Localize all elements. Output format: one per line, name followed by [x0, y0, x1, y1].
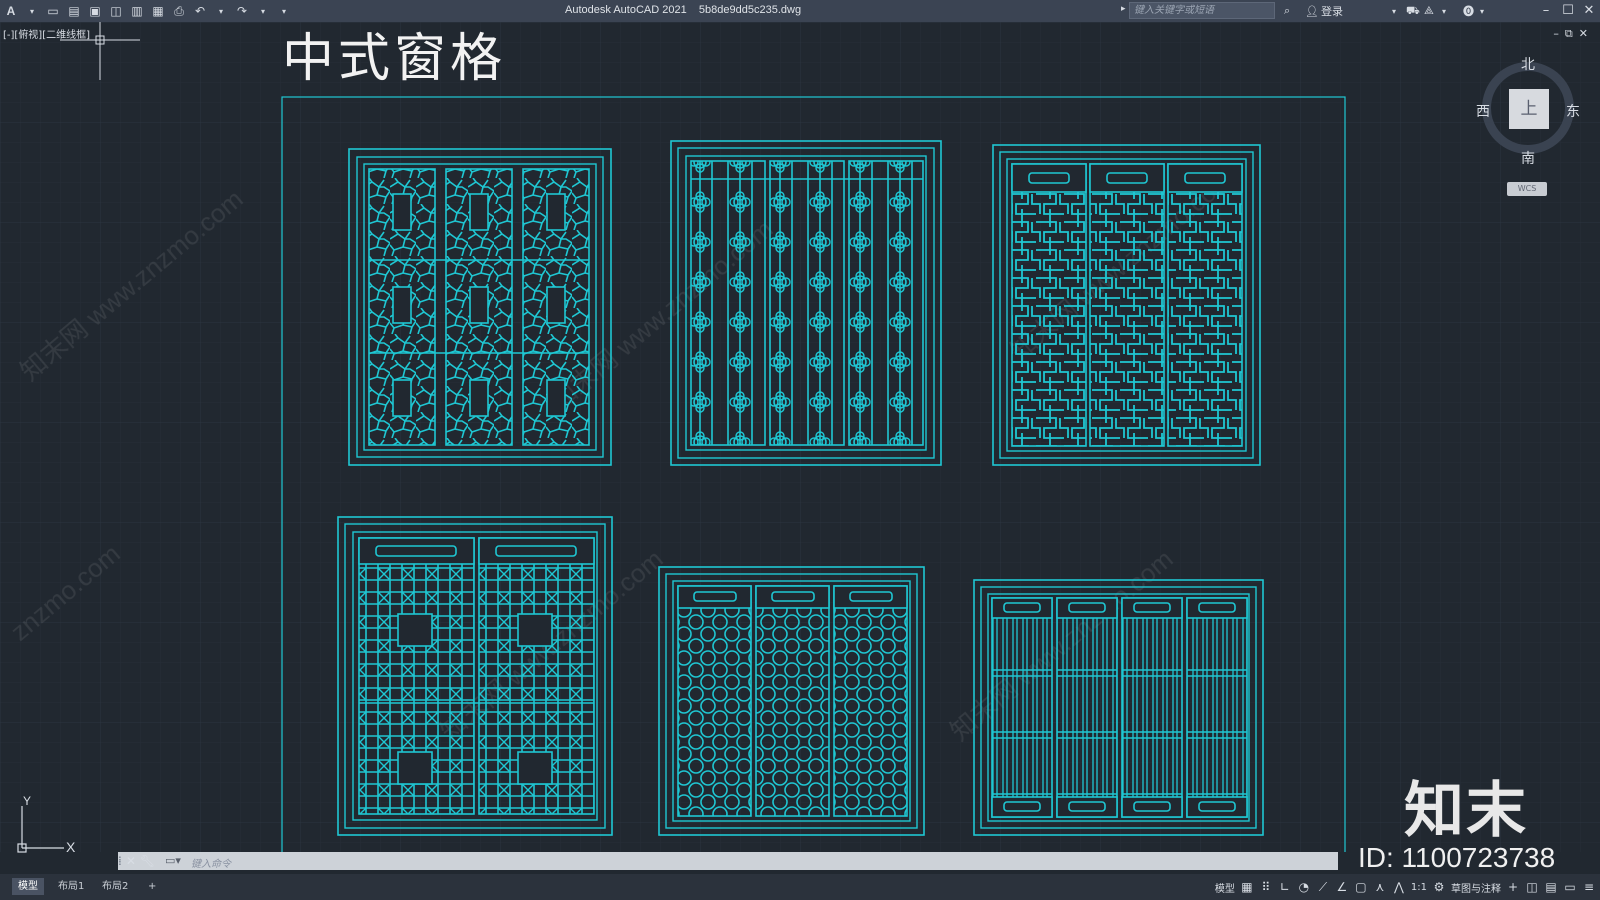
open-icon[interactable]: ▤	[65, 2, 83, 20]
new-icon[interactable]: ▭	[44, 2, 62, 20]
app-menu-button[interactable]: A	[2, 2, 20, 20]
undo-dropdown-icon[interactable]: ▾	[212, 2, 230, 20]
drawing-window-controls: – ⧉ ✕	[1553, 27, 1588, 41]
workspace-switch[interactable]: 草图与注释	[1451, 880, 1501, 895]
tab-layout1[interactable]: 布局1	[52, 878, 90, 895]
command-history-icon[interactable]: ▭▾	[165, 854, 181, 867]
polar-icon[interactable]: ◔	[1297, 880, 1311, 894]
wcs-menu[interactable]: WCS	[1507, 182, 1547, 196]
clean-screen-icon[interactable]: ▭	[1563, 880, 1577, 894]
login-button[interactable]: 登录	[1321, 2, 1343, 20]
drawing-restore-icon[interactable]: ⧉	[1565, 27, 1573, 41]
undo-icon[interactable]: ↶	[191, 2, 209, 20]
search-icon[interactable]: ⌕	[1284, 2, 1290, 20]
command-customize-icon[interactable]: 🔧︎	[140, 854, 155, 868]
help-icon[interactable]: ⓿	[1463, 2, 1474, 20]
command-close-icon[interactable]: ✕	[126, 854, 136, 868]
app-title: Autodesk AutoCAD 2021 5b8de9dd5c235.dwg	[565, 4, 802, 16]
title-bar: A ▾ ▭ ▤ ▣ ◫ ▥ ▦ ⎙ ↶ ▾ ↷ ▾ ▾ Autodesk Aut…	[0, 0, 1600, 22]
tab-model[interactable]: 模型	[12, 878, 44, 895]
a360-icon[interactable]: ⟁	[1424, 2, 1434, 20]
ucs-icon: Y X	[17, 796, 76, 855]
watermark-brand: 知末	[1404, 776, 1528, 846]
minimize-button[interactable]: –	[1536, 1, 1556, 21]
command-grip-icon[interactable]: ⁞	[118, 854, 122, 868]
osnap-tracking-icon[interactable]: ∠	[1335, 880, 1349, 894]
publish-icon[interactable]: ▦	[149, 2, 167, 20]
add-icon[interactable]: +	[1506, 880, 1520, 894]
close-button[interactable]: ✕	[1579, 1, 1599, 21]
snap-icon[interactable]: ⠿	[1259, 880, 1273, 894]
compass-north[interactable]: 北	[1521, 54, 1535, 74]
osnap-icon[interactable]: ▢	[1354, 880, 1368, 894]
isodraft-icon[interactable]: ⟋	[1316, 880, 1330, 895]
drawing-minimize-icon[interactable]: –	[1553, 27, 1559, 41]
status-bar: 模型 ▦ ⠿ ∟ ◔ ⟋ ∠ ▢ ⋏ ⋀ 1:1 ⚙ 草图与注释 + ◫ ▤ ▭…	[1215, 876, 1596, 898]
user-icon[interactable]: 👤︎	[1305, 2, 1319, 20]
grid-icon[interactable]: ▦	[1240, 880, 1254, 894]
window-fret[interactable]	[992, 144, 1261, 466]
watermark-id: ID: 1100723738	[1358, 842, 1556, 873]
plot-preview-icon[interactable]: ▥	[128, 2, 146, 20]
compass-east[interactable]: 东	[1566, 101, 1580, 121]
autocad-window: A ▾ ▭ ▤ ▣ ◫ ▥ ▦ ⎙ ↶ ▾ ↷ ▾ ▾ Autodesk Aut…	[0, 0, 1600, 900]
command-line[interactable]	[118, 852, 1338, 870]
help-dropdown-icon[interactable]: ▾	[1480, 2, 1484, 20]
print-icon[interactable]: ⎙	[170, 2, 188, 20]
ucs-y-label: Y	[23, 796, 31, 808]
workspace-gear-icon[interactable]: ⚙	[1432, 880, 1446, 894]
app-menu-dropdown-icon[interactable]: ▾	[23, 2, 41, 20]
a360-dropdown-icon[interactable]: ▾	[1442, 2, 1446, 20]
annotation-scale[interactable]: 1:1	[1411, 882, 1427, 893]
compass-west[interactable]: 西	[1476, 101, 1490, 121]
window-cracked-ice[interactable]	[348, 148, 612, 466]
quick-access-toolbar: A ▾ ▭ ▤ ▣ ◫ ▥ ▦ ⎙ ↶ ▾ ↷ ▾ ▾	[0, 2, 293, 20]
login-dropdown-icon[interactable]: ▾	[1392, 2, 1396, 20]
ucs-x-label: X	[66, 839, 76, 855]
tab-layout2[interactable]: 布局2	[96, 878, 134, 895]
drawing-close-icon[interactable]: ✕	[1579, 27, 1588, 41]
add-layout-icon[interactable]: +	[142, 878, 162, 895]
search-expand-icon[interactable]: ▸	[1121, 4, 1126, 14]
drawing-title: 中式窗格	[282, 29, 507, 89]
window-crabapple[interactable]	[670, 140, 942, 466]
hardware-acceleration-icon[interactable]: ▤	[1544, 880, 1558, 894]
redo-dropdown-icon[interactable]: ▾	[254, 2, 272, 20]
command-input[interactable]: 键入命令	[191, 855, 231, 870]
save-icon[interactable]: ▣	[86, 2, 104, 20]
drawing-canvas[interactable]: 知末网 www.znzmo.com 知末网 www.znzmo.com 知末网 …	[0, 22, 1600, 852]
maximize-button[interactable]: ☐	[1558, 1, 1578, 21]
isolate-objects-icon[interactable]: ◫	[1525, 880, 1539, 894]
redo-icon[interactable]: ↷	[233, 2, 251, 20]
ortho-icon[interactable]: ∟	[1278, 880, 1292, 894]
auto-scale-icon[interactable]: ⋀	[1392, 880, 1406, 894]
viewcube[interactable]: 上 北 南 西 东	[1476, 57, 1580, 168]
viewport-controls[interactable]: [-][俯视][二维线框]	[3, 26, 90, 41]
command-line-buttons: ⁞ ✕ 🔧︎	[118, 852, 155, 870]
search-input[interactable]: 键入关键字或短语	[1129, 2, 1275, 19]
annotation-visibility-icon[interactable]: ⋏	[1373, 880, 1387, 894]
compass-south[interactable]: 南	[1521, 148, 1535, 168]
window-interlocking-ring[interactable]	[658, 566, 925, 836]
viewcube-top-face[interactable]: 上	[1509, 89, 1549, 129]
save-as-icon[interactable]: ◫	[107, 2, 125, 20]
model-space-button[interactable]: 模型	[1215, 880, 1235, 895]
cart-icon[interactable]: ⛟	[1406, 2, 1420, 20]
customization-menu-icon[interactable]: ≡	[1582, 880, 1596, 894]
